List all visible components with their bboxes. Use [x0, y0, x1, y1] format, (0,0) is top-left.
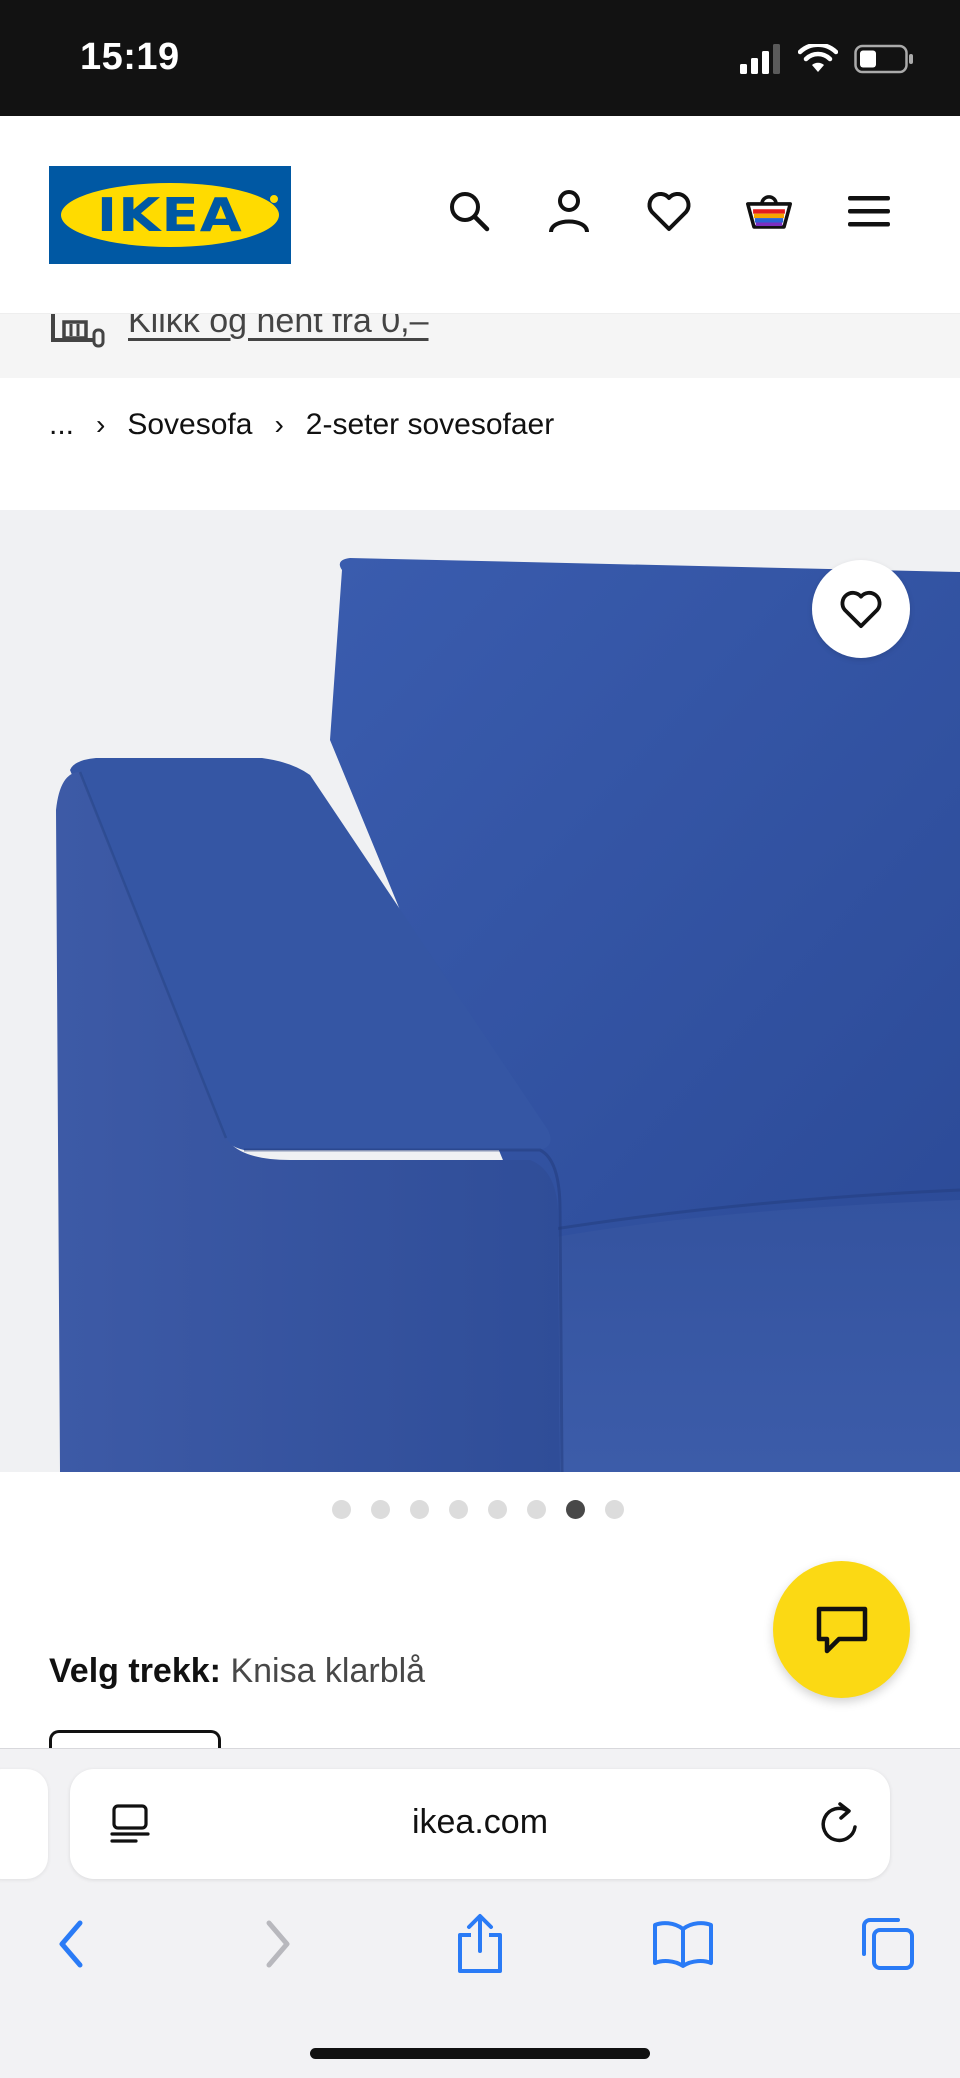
breadcrumb-ellipsis[interactable]: ... [49, 408, 74, 442]
book-icon [653, 1921, 713, 1968]
chevron-right-icon: › [274, 409, 284, 440]
chat-icon [816, 1606, 867, 1653]
tabs-button[interactable] [852, 1909, 922, 1979]
cart-icon[interactable] [746, 188, 792, 234]
ikea-logo[interactable]: IKEA [49, 166, 291, 264]
carousel-dot[interactable] [527, 1500, 546, 1519]
wifi-icon [798, 44, 838, 72]
chevron-right-icon: › [96, 409, 106, 440]
account-icon[interactable] [546, 188, 592, 234]
address-bar[interactable]: ikea.com [70, 1769, 890, 1879]
click-collect-banner[interactable]: Klikk og hent fra 0,– [0, 314, 960, 378]
site-header: IKEA [0, 116, 960, 314]
image-carousel-dots [332, 1500, 624, 1519]
cellular-signal-icon [740, 44, 780, 74]
chevron-right-icon [266, 1920, 290, 1968]
click-collect-icon [51, 314, 105, 348]
cover-selection: Velg trekk: Knisa klarblå [49, 1652, 425, 1691]
cover-value: Knisa klarblå [230, 1652, 426, 1690]
status-bar: 15:19 [0, 0, 960, 116]
back-button[interactable] [36, 1909, 106, 1979]
browser-bottom-bar: ikea.com [0, 1748, 960, 2078]
browser-toolbar [0, 1909, 960, 1999]
breadcrumb-item-sovesofa[interactable]: Sovesofa [127, 408, 252, 442]
share-button[interactable] [445, 1909, 515, 1979]
add-to-favourites-button[interactable] [812, 560, 910, 658]
carousel-dot-active[interactable] [566, 1500, 585, 1519]
bookmarks-button[interactable] [648, 1909, 718, 1979]
carousel-dot[interactable] [605, 1500, 624, 1519]
url-text: ikea.com [411, 1803, 549, 1841]
status-icons [740, 44, 914, 74]
sofa-illustration [0, 510, 960, 1472]
status-time: 15:19 [80, 36, 180, 78]
reload-icon[interactable] [818, 1801, 860, 1847]
tabs-icon [862, 1918, 914, 1970]
chat-button[interactable] [773, 1561, 910, 1698]
carousel-dot[interactable] [410, 1500, 429, 1519]
logo-oval: IKEA [61, 183, 279, 247]
header-actions [446, 188, 892, 234]
battery-icon [854, 44, 913, 74]
carousel-dot[interactable] [449, 1500, 468, 1519]
menu-icon[interactable] [846, 188, 892, 234]
breadcrumb: ... › Sovesofa › 2-seter sovesofaer [49, 408, 554, 442]
share-icon [458, 1914, 502, 1973]
breadcrumb-item-2-seter[interactable]: 2-seter sovesofaer [306, 408, 554, 442]
carousel-dot[interactable] [371, 1500, 390, 1519]
carousel-dot[interactable] [488, 1500, 507, 1519]
forward-button[interactable] [243, 1909, 313, 1979]
heart-icon[interactable] [646, 188, 692, 234]
home-indicator[interactable] [310, 2048, 650, 2059]
search-icon[interactable] [446, 188, 492, 234]
carousel-dot[interactable] [332, 1500, 351, 1519]
heart-icon [840, 590, 882, 629]
previous-tab-preview[interactable] [0, 1769, 48, 1879]
product-image[interactable] [0, 510, 960, 1472]
cover-label: Velg trekk: [49, 1652, 221, 1690]
click-collect-link[interactable]: Klikk og hent fra 0,– [128, 314, 429, 341]
chevron-left-icon [59, 1920, 83, 1968]
registered-mark [269, 194, 279, 204]
logo-text: IKEA [96, 188, 244, 242]
